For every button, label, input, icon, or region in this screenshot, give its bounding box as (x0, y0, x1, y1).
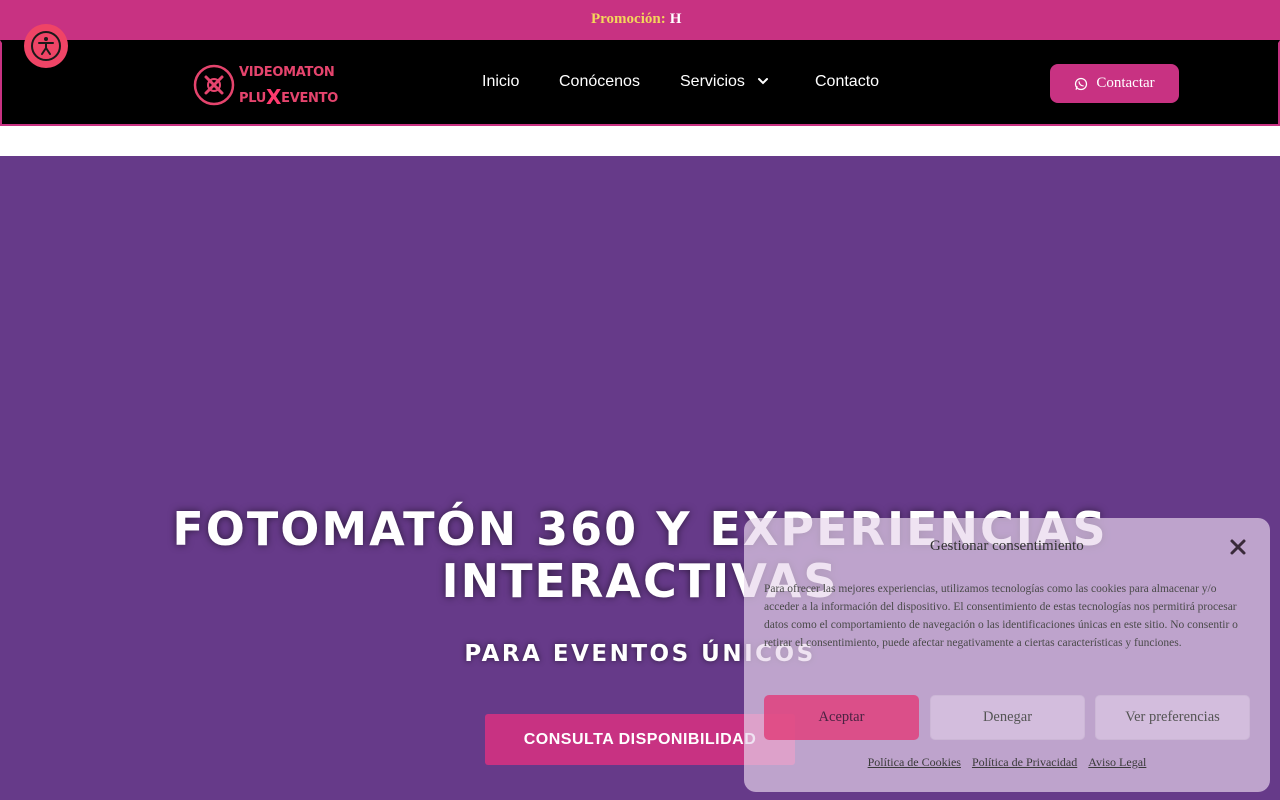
privacy-policy-link[interactable]: Política de Privacidad (972, 755, 1077, 769)
consent-body: Para ofrecer las mejores experiencias, u… (764, 583, 1238, 649)
consent-links: Política de Cookies Política de Privacid… (744, 755, 1270, 770)
logo-line1: VIDEOMATON (239, 65, 335, 80)
logo-line2-pre: PLU (239, 91, 267, 106)
whatsapp-icon (1075, 77, 1088, 90)
accept-button[interactable]: Aceptar (764, 695, 919, 740)
promo-label: Promoción: (591, 11, 666, 27)
consent-title: Gestionar consentimiento (930, 538, 1084, 554)
preferences-button[interactable]: Ver preferencias (1095, 695, 1250, 740)
cookie-policy-link[interactable]: Política de Cookies (868, 755, 961, 769)
logo-line2-post: EVENTO (281, 91, 338, 106)
contactar-button[interactable]: Contactar (1050, 64, 1179, 103)
site-logo[interactable]: VIDEOMATON PLUXEVENTO (192, 63, 338, 109)
legal-notice-link[interactable]: Aviso Legal (1088, 755, 1146, 769)
logo-emblem-icon (193, 64, 235, 106)
logo-line2: PLUXEVENTO (239, 83, 338, 109)
accessibility-icon (31, 31, 61, 61)
promo-value: H (669, 11, 682, 27)
nav-servicios[interactable]: Servicios (680, 73, 745, 91)
chevron-down-icon[interactable] (757, 75, 769, 87)
contactar-label: Contactar (1096, 75, 1155, 91)
promo-bar: Promoción: H (0, 0, 1280, 40)
cookie-consent-dialog: Gestionar consentimiento Para ofrecer la… (744, 518, 1270, 792)
accessibility-button[interactable] (24, 24, 68, 68)
close-icon[interactable] (1227, 536, 1249, 558)
deny-button[interactable]: Denegar (930, 695, 1085, 740)
nav-conocenos[interactable]: Conócenos (559, 73, 640, 91)
nav-contacto[interactable]: Contacto (815, 73, 879, 91)
site-header: VIDEOMATON PLUXEVENTO Inicio Conócenos S… (0, 40, 1280, 126)
logo-line2-x: X (266, 85, 282, 109)
promo-text: Promoción: H (591, 11, 681, 28)
nav-inicio[interactable]: Inicio (482, 73, 519, 91)
